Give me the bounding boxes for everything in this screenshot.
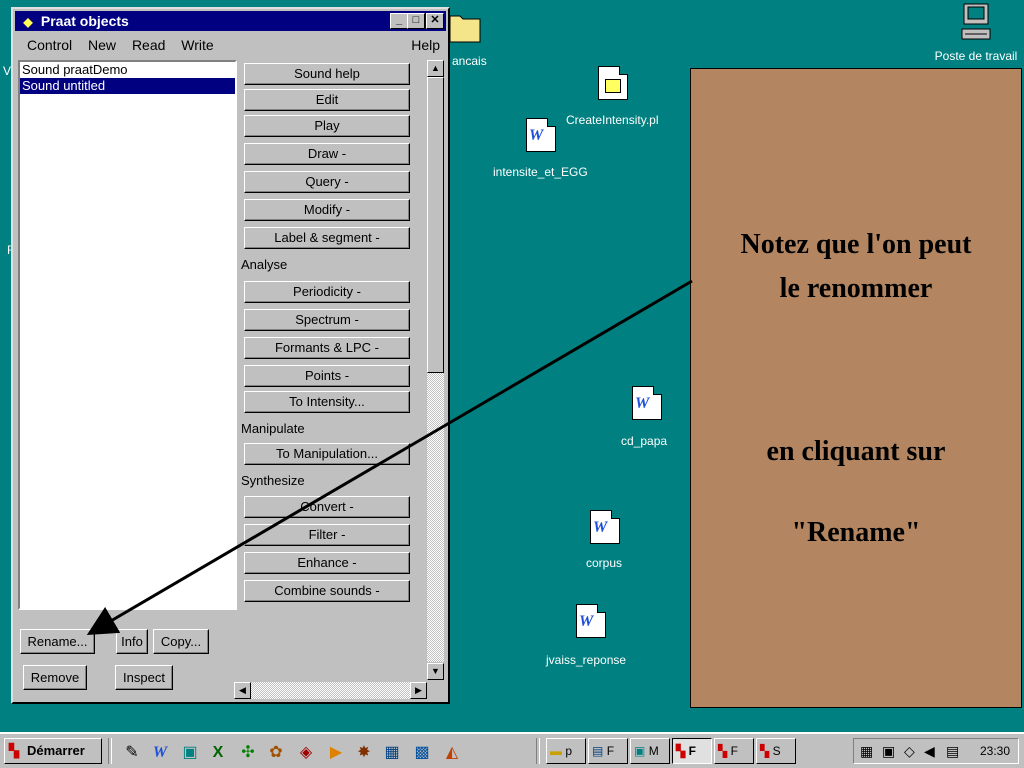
connection-tray-icon[interactable]: ◇ <box>904 739 915 763</box>
task-button[interactable]: ▣ M <box>630 738 670 764</box>
task-button-active[interactable]: ▚ F <box>672 738 712 764</box>
explorer-icon: ▤ <box>592 744 604 758</box>
tools-quicklaunch-icon[interactable]: ✸ <box>354 743 374 763</box>
taskbar: ▚ Démarrer ✎ W ▣ X ✣ ✿ ◈ ▶ ✸ ▦ ▩ ◭ ▬ p ▤ … <box>0 732 1024 768</box>
settings-quicklaunch-icon[interactable]: ◈ <box>296 743 316 763</box>
media-quicklaunch-icon[interactable]: ▶ <box>326 743 346 763</box>
task-button[interactable]: ▬ p <box>546 738 586 764</box>
network-tray-icon[interactable]: ▣ <box>882 739 895 763</box>
annotation-arrow <box>86 279 693 636</box>
praat-logo-icon: ▚ <box>718 744 728 758</box>
speaker-tray-icon[interactable]: ◀ <box>924 739 935 763</box>
excel-quicklaunch-icon[interactable]: X <box>208 743 228 763</box>
notepad-quicklaunch-icon[interactable]: ✎ <box>122 743 142 763</box>
desktop-quicklaunch-icon[interactable]: ▣ <box>180 743 200 763</box>
taskbar-separator <box>536 738 540 764</box>
task-button[interactable]: ▚ S <box>756 738 796 764</box>
image-quicklaunch-icon[interactable]: ▩ <box>412 743 432 763</box>
clock[interactable]: 23:30 <box>980 739 1010 763</box>
keyboard-tray-icon[interactable]: ▦ <box>860 739 873 763</box>
windows-logo-icon: ▚ <box>9 743 19 758</box>
acrobat-quicklaunch-icon[interactable]: ◭ <box>442 743 462 763</box>
scheduler-tray-icon[interactable]: ▤ <box>946 739 959 763</box>
word-quicklaunch-icon[interactable]: W <box>150 743 170 763</box>
windows-quicklaunch-icon[interactable]: ▦ <box>382 743 402 763</box>
window-icon: ▣ <box>634 744 646 758</box>
folder-icon: ▬ <box>550 744 562 758</box>
paint-quicklaunch-icon[interactable]: ✿ <box>266 743 286 763</box>
task-button[interactable]: ▚ F <box>714 738 754 764</box>
praat-logo-icon: ▚ <box>760 744 770 758</box>
system-tray: ▦ ▣ ◇ ◀ ▤ 23:30 <box>853 738 1019 764</box>
task-button[interactable]: ▤ F <box>588 738 628 764</box>
network-quicklaunch-icon[interactable]: ✣ <box>238 743 258 763</box>
start-button[interactable]: ▚ Démarrer <box>4 738 102 764</box>
taskbar-separator <box>108 738 112 764</box>
start-label: Démarrer <box>27 743 85 758</box>
praat-logo-icon: ▚ <box>676 744 686 758</box>
